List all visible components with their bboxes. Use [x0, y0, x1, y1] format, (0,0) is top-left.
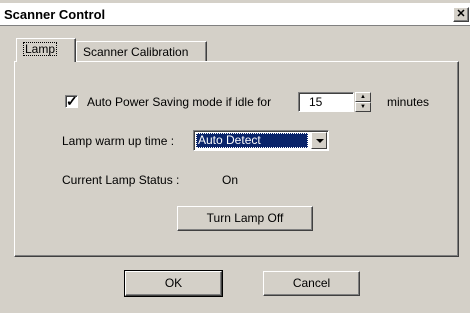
minutes-label: minutes [387, 95, 430, 109]
spin-down-button[interactable]: ▼ [355, 102, 371, 112]
tab-scanner-calibration[interactable]: Scanner Calibration [76, 41, 207, 61]
ok-button[interactable]: OK [124, 270, 223, 297]
lamp-warmup-selected: Auto Detect [196, 133, 308, 148]
idle-minutes-spinner: ▲ ▼ [355, 92, 371, 112]
chevron-down-icon[interactable] [311, 132, 327, 149]
close-button[interactable]: ✕ [453, 7, 469, 22]
lamp-status-label: Current Lamp Status : [62, 173, 180, 187]
tab-calibration-label: Scanner Calibration [83, 45, 189, 59]
lamp-status-value: On [222, 173, 239, 187]
tab-lamp[interactable]: Lamp [16, 38, 76, 62]
turn-lamp-off-button[interactable]: Turn Lamp Off [177, 206, 313, 231]
cancel-button[interactable]: Cancel [263, 271, 360, 296]
lamp-warmup-select[interactable]: Auto Detect [193, 130, 329, 151]
idle-minutes-input[interactable]: 15 [298, 92, 354, 112]
tab-lamp-label: Lamp [23, 42, 58, 56]
check-icon: ✓ [66, 93, 78, 109]
spin-up-button[interactable]: ▲ [355, 92, 371, 102]
title-bar[interactable]: Scanner Control ✕ [0, 3, 470, 26]
down-arrow-icon: ▼ [360, 104, 366, 110]
auto-power-saving-checkbox[interactable]: ✓ [65, 93, 78, 109]
scanner-control-dialog: Scanner Control ✕ Lamp Scanner Calibrati… [0, 0, 470, 313]
auto-power-saving-label: Auto Power Saving mode if idle for [87, 95, 272, 109]
lamp-warmup-label: Lamp warm up time : [62, 134, 175, 148]
window-title: Scanner Control [4, 7, 106, 22]
up-arrow-icon: ▲ [360, 94, 366, 100]
close-icon: ✕ [456, 8, 466, 20]
